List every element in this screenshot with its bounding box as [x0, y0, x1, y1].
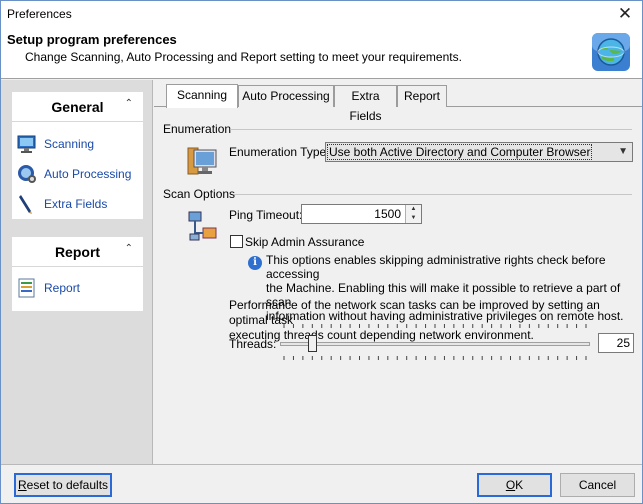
sidebar-item-label: Scanning: [44, 137, 95, 151]
scan-options-section-label: Scan Options: [163, 187, 236, 201]
group-header-general[interactable]: General ⌃: [12, 92, 143, 122]
sidebar: General ⌃ Scanning Auto Processing Extra…: [1, 80, 153, 464]
sidebar-item-auto-processing[interactable]: Auto Processing: [16, 162, 131, 186]
reset-label: eset to defaults: [26, 478, 109, 492]
enumeration-type-label: Enumeration Type:: [229, 145, 330, 159]
title-bar[interactable]: Preferences ✕: [1, 1, 642, 29]
network-icon: [188, 211, 217, 241]
info-icon: i: [248, 256, 262, 270]
tab-report[interactable]: Report: [397, 85, 447, 107]
auto-process-icon: [18, 165, 36, 183]
group-title: Report: [54, 244, 101, 260]
window-title: Preferences: [7, 7, 72, 21]
ok-mnemonic: O: [505, 478, 516, 492]
sidebar-item-report[interactable]: Report: [16, 276, 80, 300]
chevron-up-icon[interactable]: ⌃: [125, 98, 133, 109]
sidebar-item-label: Auto Processing: [44, 167, 132, 181]
sidebar-item-extra-fields[interactable]: Extra Fields: [16, 192, 107, 216]
reset-mnemonic: R: [17, 478, 27, 492]
sidebar-item-scanning[interactable]: Scanning: [16, 132, 94, 156]
preferences-window: Preferences ✕ Setup program preferences …: [0, 0, 643, 504]
group-header-report[interactable]: Report ⌃: [12, 237, 143, 267]
threads-slider[interactable]: [280, 324, 590, 360]
enumeration-section-label: Enumeration: [163, 122, 232, 136]
slider-ticks: [283, 324, 587, 328]
sidebar-item-label: Report: [44, 281, 81, 295]
header-subtitle: Change Scanning, Auto Processing and Rep…: [25, 50, 462, 64]
slider-thumb[interactable]: [308, 335, 318, 352]
ok-label: K: [515, 478, 524, 492]
ok-button[interactable]: OK: [477, 473, 552, 497]
tab-extra-fields[interactable]: Extra Fields: [334, 85, 397, 123]
pen-icon: [19, 195, 32, 214]
skip-admin-checkbox[interactable]: [230, 235, 243, 248]
sidebar-group-general: General ⌃ Scanning Auto Processing Extra…: [12, 92, 143, 219]
monitor-scan-icon: [17, 135, 36, 153]
footer: Reset to defaults OK Cancel: [1, 464, 642, 503]
report-icon: [18, 278, 35, 298]
main-content: Scanning Auto Processing Extra Fields Re…: [154, 80, 642, 464]
cancel-button[interactable]: Cancel: [560, 473, 635, 497]
header-banner: Setup program preferences Change Scannin…: [1, 29, 642, 79]
tab-scanning[interactable]: Scanning: [166, 84, 238, 108]
reset-defaults-button[interactable]: Reset to defaults: [14, 473, 112, 497]
ping-timeout-input[interactable]: 1500 ▲ ▼: [301, 204, 422, 224]
sidebar-group-report: Report ⌃ Report: [12, 237, 143, 311]
sidebar-item-label: Extra Fields: [44, 197, 108, 211]
divider: [234, 194, 632, 195]
chevron-up-icon[interactable]: ⌃: [125, 243, 133, 254]
slider-track: [280, 342, 590, 346]
ping-timeout-label: Ping Timeout:: [229, 208, 303, 222]
slider-ticks: [283, 356, 587, 360]
chevron-down-icon: ▼: [618, 146, 628, 157]
spin-down-icon[interactable]: ▼: [406, 214, 421, 223]
close-icon[interactable]: ✕: [608, 1, 642, 29]
globe-settings-icon: [592, 33, 630, 71]
header-title: Setup program preferences: [7, 32, 177, 47]
tab-auto-processing[interactable]: Auto Processing: [238, 85, 334, 107]
skip-admin-label: Skip Admin Assurance: [245, 235, 365, 249]
threads-label: Threads:: [229, 337, 277, 351]
info-line: This options enables skipping administra…: [266, 253, 606, 281]
divider: [230, 129, 632, 130]
threads-value-input[interactable]: 25: [598, 333, 634, 353]
enumeration-type-value: Use both Active Directory and Computer B…: [326, 144, 593, 160]
enumeration-type-select[interactable]: Use both Active Directory and Computer B…: [325, 142, 633, 162]
spin-up-icon[interactable]: ▲: [406, 205, 421, 214]
spin-buttons[interactable]: ▲ ▼: [405, 205, 421, 223]
computer-icon: [187, 147, 217, 175]
ping-timeout-value: 1500: [374, 207, 401, 221]
group-title: General: [51, 99, 104, 115]
